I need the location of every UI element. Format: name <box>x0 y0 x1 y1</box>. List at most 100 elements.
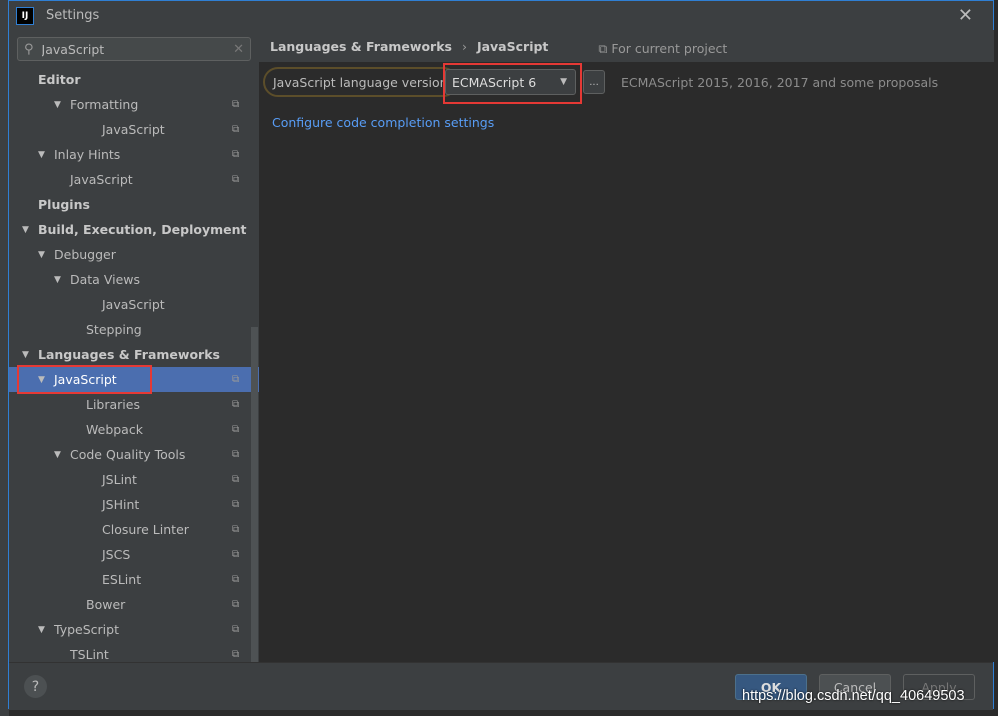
tree-item[interactable]: ESLint ⧉ <box>9 567 259 592</box>
tree-item[interactable]: Webpack ⧉ <box>9 417 259 442</box>
settings-dialog: IJ Settings ✕ ⚲ ✕ Editor▼Formatting⧉Java… <box>8 0 994 710</box>
search-input[interactable] <box>41 41 222 57</box>
help-button[interactable]: ? <box>24 675 47 698</box>
project-scope-icon: ⧉ <box>232 474 240 485</box>
tree-item[interactable]: ▼ Debugger <box>9 242 259 267</box>
tree-item-label: Debugger <box>54 247 116 262</box>
tree-item-label: Code Quality Tools <box>70 447 186 462</box>
tree-item[interactable]: ▼ Inlay Hints ⧉ <box>9 142 259 167</box>
tree-item[interactable]: JSHint ⧉ <box>9 492 259 517</box>
tree-item[interactable]: JavaScript ⧉ <box>9 167 259 192</box>
project-scope-icon: ⧉ <box>232 449 240 460</box>
tree-item-label: JavaScript <box>70 172 133 187</box>
project-scope-icon: ⧉ <box>232 599 240 610</box>
watermark: https://blog.csdn.net/qq_40649503 <box>742 688 965 704</box>
expand-arrow-icon[interactable]: ▼ <box>22 225 29 235</box>
search-field[interactable]: ⚲ ✕ <box>17 37 251 61</box>
tree-item-label: TypeScript <box>54 622 119 637</box>
tree-item-label: Formatting <box>70 97 139 112</box>
sidebar-scrollbar[interactable] <box>251 327 258 662</box>
project-scope-icon: ⧉ <box>232 424 240 435</box>
more-options-button[interactable]: ... <box>583 70 605 94</box>
settings-tree: Editor ▼ Formatting ⧉ JavaScript ⧉ ▼ Inlay Hint… <box>9 67 259 667</box>
tree-item[interactable]: JavaScript ⧉ <box>9 117 259 142</box>
window-title: Settings <box>46 8 100 23</box>
tree-item-label: JSHint <box>102 497 140 512</box>
language-version-dropdown[interactable]: ECMAScript 6 ▼ <box>445 69 576 95</box>
breadcrumb-separator-icon: › <box>461 38 467 54</box>
version-description: ECMAScript 2015, 2016, 2017 and some pro… <box>621 75 939 90</box>
project-scope-icon: ⧉ <box>232 499 240 510</box>
tree-item-label: JavaScript <box>102 297 165 312</box>
close-icon[interactable]: ✕ <box>958 5 973 26</box>
tree-item[interactable]: ▼ JavaScript ⧉ <box>9 367 259 392</box>
project-scope-icon: ⧉ <box>232 399 240 410</box>
scope-text: For current project <box>611 41 728 56</box>
tree-item-label: JavaScript <box>54 372 117 387</box>
tree-item[interactable]: JSCS ⧉ <box>9 542 259 567</box>
breadcrumb-parent: Languages & Frameworks <box>270 38 452 54</box>
tree-item[interactable]: ▼ Formatting ⧉ <box>9 92 259 117</box>
chevron-down-icon: ▼ <box>560 77 567 87</box>
tree-item-label: TSLint <box>70 647 109 662</box>
expand-arrow-icon[interactable]: ▼ <box>54 275 61 285</box>
settings-sidebar: ⚲ ✕ Editor ▼ Formatting ⧉ JavaScript ⧉ ▼ Inlay … <box>9 30 259 662</box>
language-version-label: JavaScript language version <box>263 67 458 97</box>
expand-arrow-icon[interactable]: ▼ <box>54 450 61 460</box>
tree-item-label: Data Views <box>70 272 140 287</box>
scope-label: ⧉ For current project <box>598 41 727 57</box>
project-scope-icon: ⧉ <box>232 574 240 585</box>
tree-item[interactable]: JavaScript <box>9 292 259 317</box>
tree-item-label: Build, Execution, Deployment <box>38 222 247 237</box>
intellij-logo-icon: IJ <box>16 6 34 25</box>
project-scope-icon: ⧉ <box>598 41 612 56</box>
tree-item[interactable]: ▼ Build, Execution, Deployment <box>9 217 259 242</box>
tree-item-label: Plugins <box>38 197 90 212</box>
expand-arrow-icon[interactable]: ▼ <box>54 100 61 110</box>
expand-arrow-icon[interactable]: ▼ <box>22 350 29 360</box>
project-scope-icon: ⧉ <box>232 174 240 185</box>
clear-search-icon[interactable]: ✕ <box>233 42 244 57</box>
project-scope-icon: ⧉ <box>232 99 240 110</box>
breadcrumb: Languages & Frameworks › JavaScript ⧉ Fo… <box>259 30 994 62</box>
tree-item-label: JSCS <box>102 547 131 562</box>
project-scope-icon: ⧉ <box>232 549 240 560</box>
project-scope-icon: ⧉ <box>232 149 240 160</box>
tree-item-label: Libraries <box>86 397 140 412</box>
code-completion-link[interactable]: Configure code completion settings <box>272 115 494 130</box>
tree-item-label: Editor <box>38 72 81 87</box>
tree-item-label: Stepping <box>86 322 142 337</box>
tree-item-label: Bower <box>86 597 126 612</box>
project-scope-icon: ⧉ <box>232 374 240 385</box>
tree-item[interactable]: Plugins <box>9 192 259 217</box>
expand-arrow-icon[interactable]: ▼ <box>38 150 45 160</box>
tree-item[interactable]: Libraries ⧉ <box>9 392 259 417</box>
tree-item[interactable]: ▼ Languages & Frameworks <box>9 342 259 367</box>
title-bar: IJ Settings ✕ <box>9 1 993 30</box>
dropdown-value: ECMAScript 6 <box>452 74 537 90</box>
tree-item[interactable]: Closure Linter ⧉ <box>9 517 259 542</box>
tree-item-label: Closure Linter <box>102 522 189 537</box>
settings-content: Languages & Frameworks › JavaScript ⧉ Fo… <box>259 30 994 662</box>
project-scope-icon: ⧉ <box>232 524 240 535</box>
expand-arrow-icon[interactable]: ▼ <box>38 625 45 635</box>
tree-item[interactable]: Stepping <box>9 317 259 342</box>
tree-item[interactable]: Editor <box>9 67 259 92</box>
tree-item[interactable]: Bower ⧉ <box>9 592 259 617</box>
tree-item-label: Webpack <box>86 422 143 437</box>
expand-arrow-icon[interactable]: ▼ <box>38 375 45 385</box>
project-scope-icon: ⧉ <box>232 624 240 635</box>
tree-item-label: JSLint <box>102 472 137 487</box>
tree-item-label: ESLint <box>102 572 142 587</box>
search-icon: ⚲ <box>24 41 34 57</box>
tree-item[interactable]: ▼ Code Quality Tools ⧉ <box>9 442 259 467</box>
tree-item-label: Languages & Frameworks <box>38 347 220 362</box>
project-scope-icon: ⧉ <box>232 124 240 135</box>
tree-item-label: Inlay Hints <box>54 147 121 162</box>
project-scope-icon: ⧉ <box>232 649 240 660</box>
breadcrumb-current: JavaScript <box>476 38 549 54</box>
tree-item[interactable]: JSLint ⧉ <box>9 467 259 492</box>
expand-arrow-icon[interactable]: ▼ <box>38 250 45 260</box>
tree-item[interactable]: ▼ TypeScript ⧉ <box>9 617 259 642</box>
tree-item[interactable]: ▼ Data Views <box>9 267 259 292</box>
